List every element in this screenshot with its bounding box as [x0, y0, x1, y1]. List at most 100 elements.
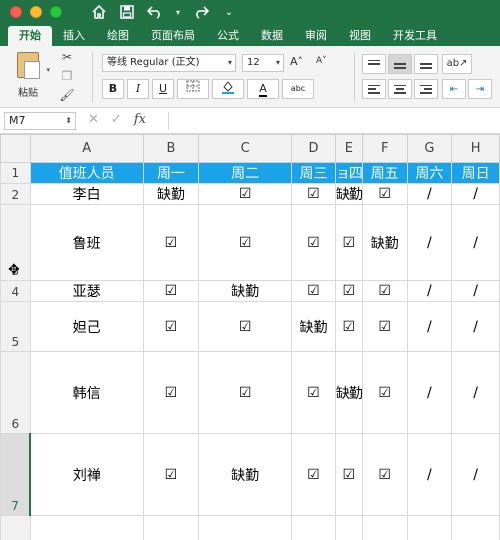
redo-icon[interactable] — [192, 3, 210, 21]
table-header-cell[interactable]: 周三 — [291, 162, 336, 184]
tab-review[interactable]: 审阅 — [294, 26, 338, 46]
align-center-button[interactable] — [388, 79, 412, 99]
customize-icon[interactable]: ⌄ — [220, 3, 238, 21]
attendance-cell[interactable]: ☑ — [142, 280, 200, 302]
table-header-cell[interactable]: 周二 — [198, 162, 293, 184]
zoom-window-button[interactable] — [50, 6, 62, 18]
select-all-corner[interactable] — [0, 134, 31, 163]
enter-icon[interactable]: ✓ — [111, 112, 122, 127]
table-header-cell[interactable]: 周五 — [361, 162, 408, 184]
attendance-cell[interactable]: ☑ — [361, 433, 408, 516]
tab-developer[interactable]: 开发工具 — [382, 26, 448, 46]
empty-cell[interactable] — [142, 515, 200, 540]
increase-font-size-button[interactable]: A˄ — [290, 55, 303, 68]
decrease-indent-button[interactable]: ⇤ — [442, 79, 466, 99]
tab-formulas[interactable]: 公式 — [206, 26, 250, 46]
align-middle-button[interactable] — [388, 54, 412, 74]
attendance-cell[interactable]: ☑ — [334, 280, 363, 302]
font-name-select[interactable]: 等线 Regular (正文) ▾ — [102, 54, 236, 72]
copy-icon[interactable]: ❐ — [62, 69, 73, 83]
empty-cell[interactable] — [406, 515, 453, 540]
close-window-button[interactable] — [10, 6, 22, 18]
borders-button[interactable] — [177, 79, 209, 99]
paste-button[interactable]: 粘贴 ▾ — [8, 52, 50, 102]
attendance-cell[interactable]: / — [451, 351, 500, 434]
attendance-cell[interactable]: / — [451, 204, 500, 281]
minimize-window-button[interactable] — [30, 6, 42, 18]
attendance-cell[interactable]: ☑ — [291, 351, 336, 434]
attendance-cell[interactable]: / — [451, 433, 500, 516]
increase-indent-button[interactable]: ⇥ — [468, 79, 492, 99]
fill-color-button[interactable] — [212, 79, 244, 99]
column-header[interactable]: G — [406, 134, 453, 163]
row-header-selected[interactable]: 7 — [0, 433, 32, 516]
undo-icon[interactable] — [146, 3, 164, 21]
tab-page-layout[interactable]: 页面布局 — [140, 26, 206, 46]
empty-cell[interactable] — [361, 515, 408, 540]
name-cell[interactable]: 刘禅 — [29, 433, 144, 516]
tab-draw[interactable]: 绘图 — [96, 26, 140, 46]
row-header[interactable]: 6 — [0, 351, 31, 434]
cut-icon[interactable]: ✂ — [62, 50, 72, 64]
column-header[interactable]: H — [451, 134, 500, 163]
row-header[interactable]: 1 — [0, 162, 31, 184]
attendance-cell[interactable]: 缺勤 — [198, 280, 293, 302]
attendance-cell[interactable]: ☑ — [361, 301, 408, 352]
attendance-cell[interactable]: 缺勤 — [334, 351, 363, 434]
empty-cell[interactable] — [198, 515, 293, 540]
decrease-font-size-button[interactable]: A˅ — [316, 56, 327, 66]
attendance-cell[interactable]: / — [406, 280, 453, 302]
attendance-cell[interactable]: 缺勤 — [361, 204, 408, 281]
tab-insert[interactable]: 插入 — [52, 26, 96, 46]
attendance-cell[interactable]: / — [406, 301, 453, 352]
row-header[interactable]: 5 — [0, 301, 31, 352]
attendance-cell[interactable]: ☑ — [142, 301, 200, 352]
attendance-cell[interactable]: ☑ — [334, 301, 363, 352]
attendance-cell[interactable]: ☑ — [334, 204, 363, 281]
empty-cell[interactable] — [451, 515, 500, 540]
attendance-cell[interactable]: 缺勤 — [334, 183, 363, 205]
column-header[interactable]: D — [291, 134, 336, 163]
attendance-cell[interactable]: ☑ — [361, 351, 408, 434]
cancel-icon[interactable]: ✕ — [88, 112, 99, 127]
attendance-cell[interactable]: ☑ — [291, 204, 336, 281]
align-left-button[interactable] — [362, 79, 386, 99]
empty-cell[interactable] — [291, 515, 336, 540]
underline-button[interactable]: U — [152, 79, 174, 99]
save-icon[interactable] — [118, 3, 136, 21]
column-header[interactable]: E — [334, 134, 363, 163]
table-header-cell[interactable]: ョ四 — [334, 162, 363, 184]
paste-dropdown-icon[interactable]: ▾ — [46, 66, 50, 74]
name-cell[interactable]: 韩信 — [29, 351, 144, 434]
attendance-cell[interactable]: / — [406, 183, 453, 205]
empty-cell[interactable] — [29, 515, 144, 540]
column-header[interactable]: C — [198, 134, 293, 163]
name-box[interactable]: M7 ⬍ — [4, 112, 76, 130]
attendance-cell[interactable]: / — [406, 351, 453, 434]
attendance-cell[interactable]: 缺勤 — [198, 433, 293, 516]
format-painter-icon[interactable]: 🖌 — [59, 88, 74, 102]
italic-button[interactable]: I — [127, 79, 149, 99]
attendance-cell[interactable]: 缺勤 — [142, 183, 200, 205]
phonetic-button[interactable]: abc — [282, 79, 314, 99]
row-header[interactable]: 2 — [0, 183, 31, 205]
attendance-cell[interactable]: ☑ — [291, 280, 336, 302]
undo-dropdown-icon[interactable]: ▾ — [174, 3, 182, 21]
row-header[interactable]: 4 — [0, 280, 31, 302]
column-header[interactable]: B — [142, 134, 200, 163]
attendance-cell[interactable]: 缺勤 — [291, 301, 336, 352]
attendance-cell[interactable]: ☑ — [142, 433, 200, 516]
table-header-cell[interactable]: 周六 — [406, 162, 453, 184]
column-header[interactable]: F — [361, 134, 408, 163]
name-cell[interactable]: 妲己 — [29, 301, 144, 352]
align-bottom-button[interactable] — [414, 54, 438, 74]
name-cell[interactable]: 亚瑟 — [29, 280, 144, 302]
empty-cell[interactable] — [334, 515, 363, 540]
attendance-cell[interactable]: / — [406, 433, 453, 516]
align-top-button[interactable] — [362, 54, 386, 74]
attendance-cell[interactable]: ☑ — [361, 280, 408, 302]
tab-data[interactable]: 数据 — [250, 26, 294, 46]
home-icon[interactable] — [90, 3, 108, 21]
formula-input[interactable] — [168, 112, 496, 130]
attendance-cell[interactable]: ☑ — [198, 204, 293, 281]
